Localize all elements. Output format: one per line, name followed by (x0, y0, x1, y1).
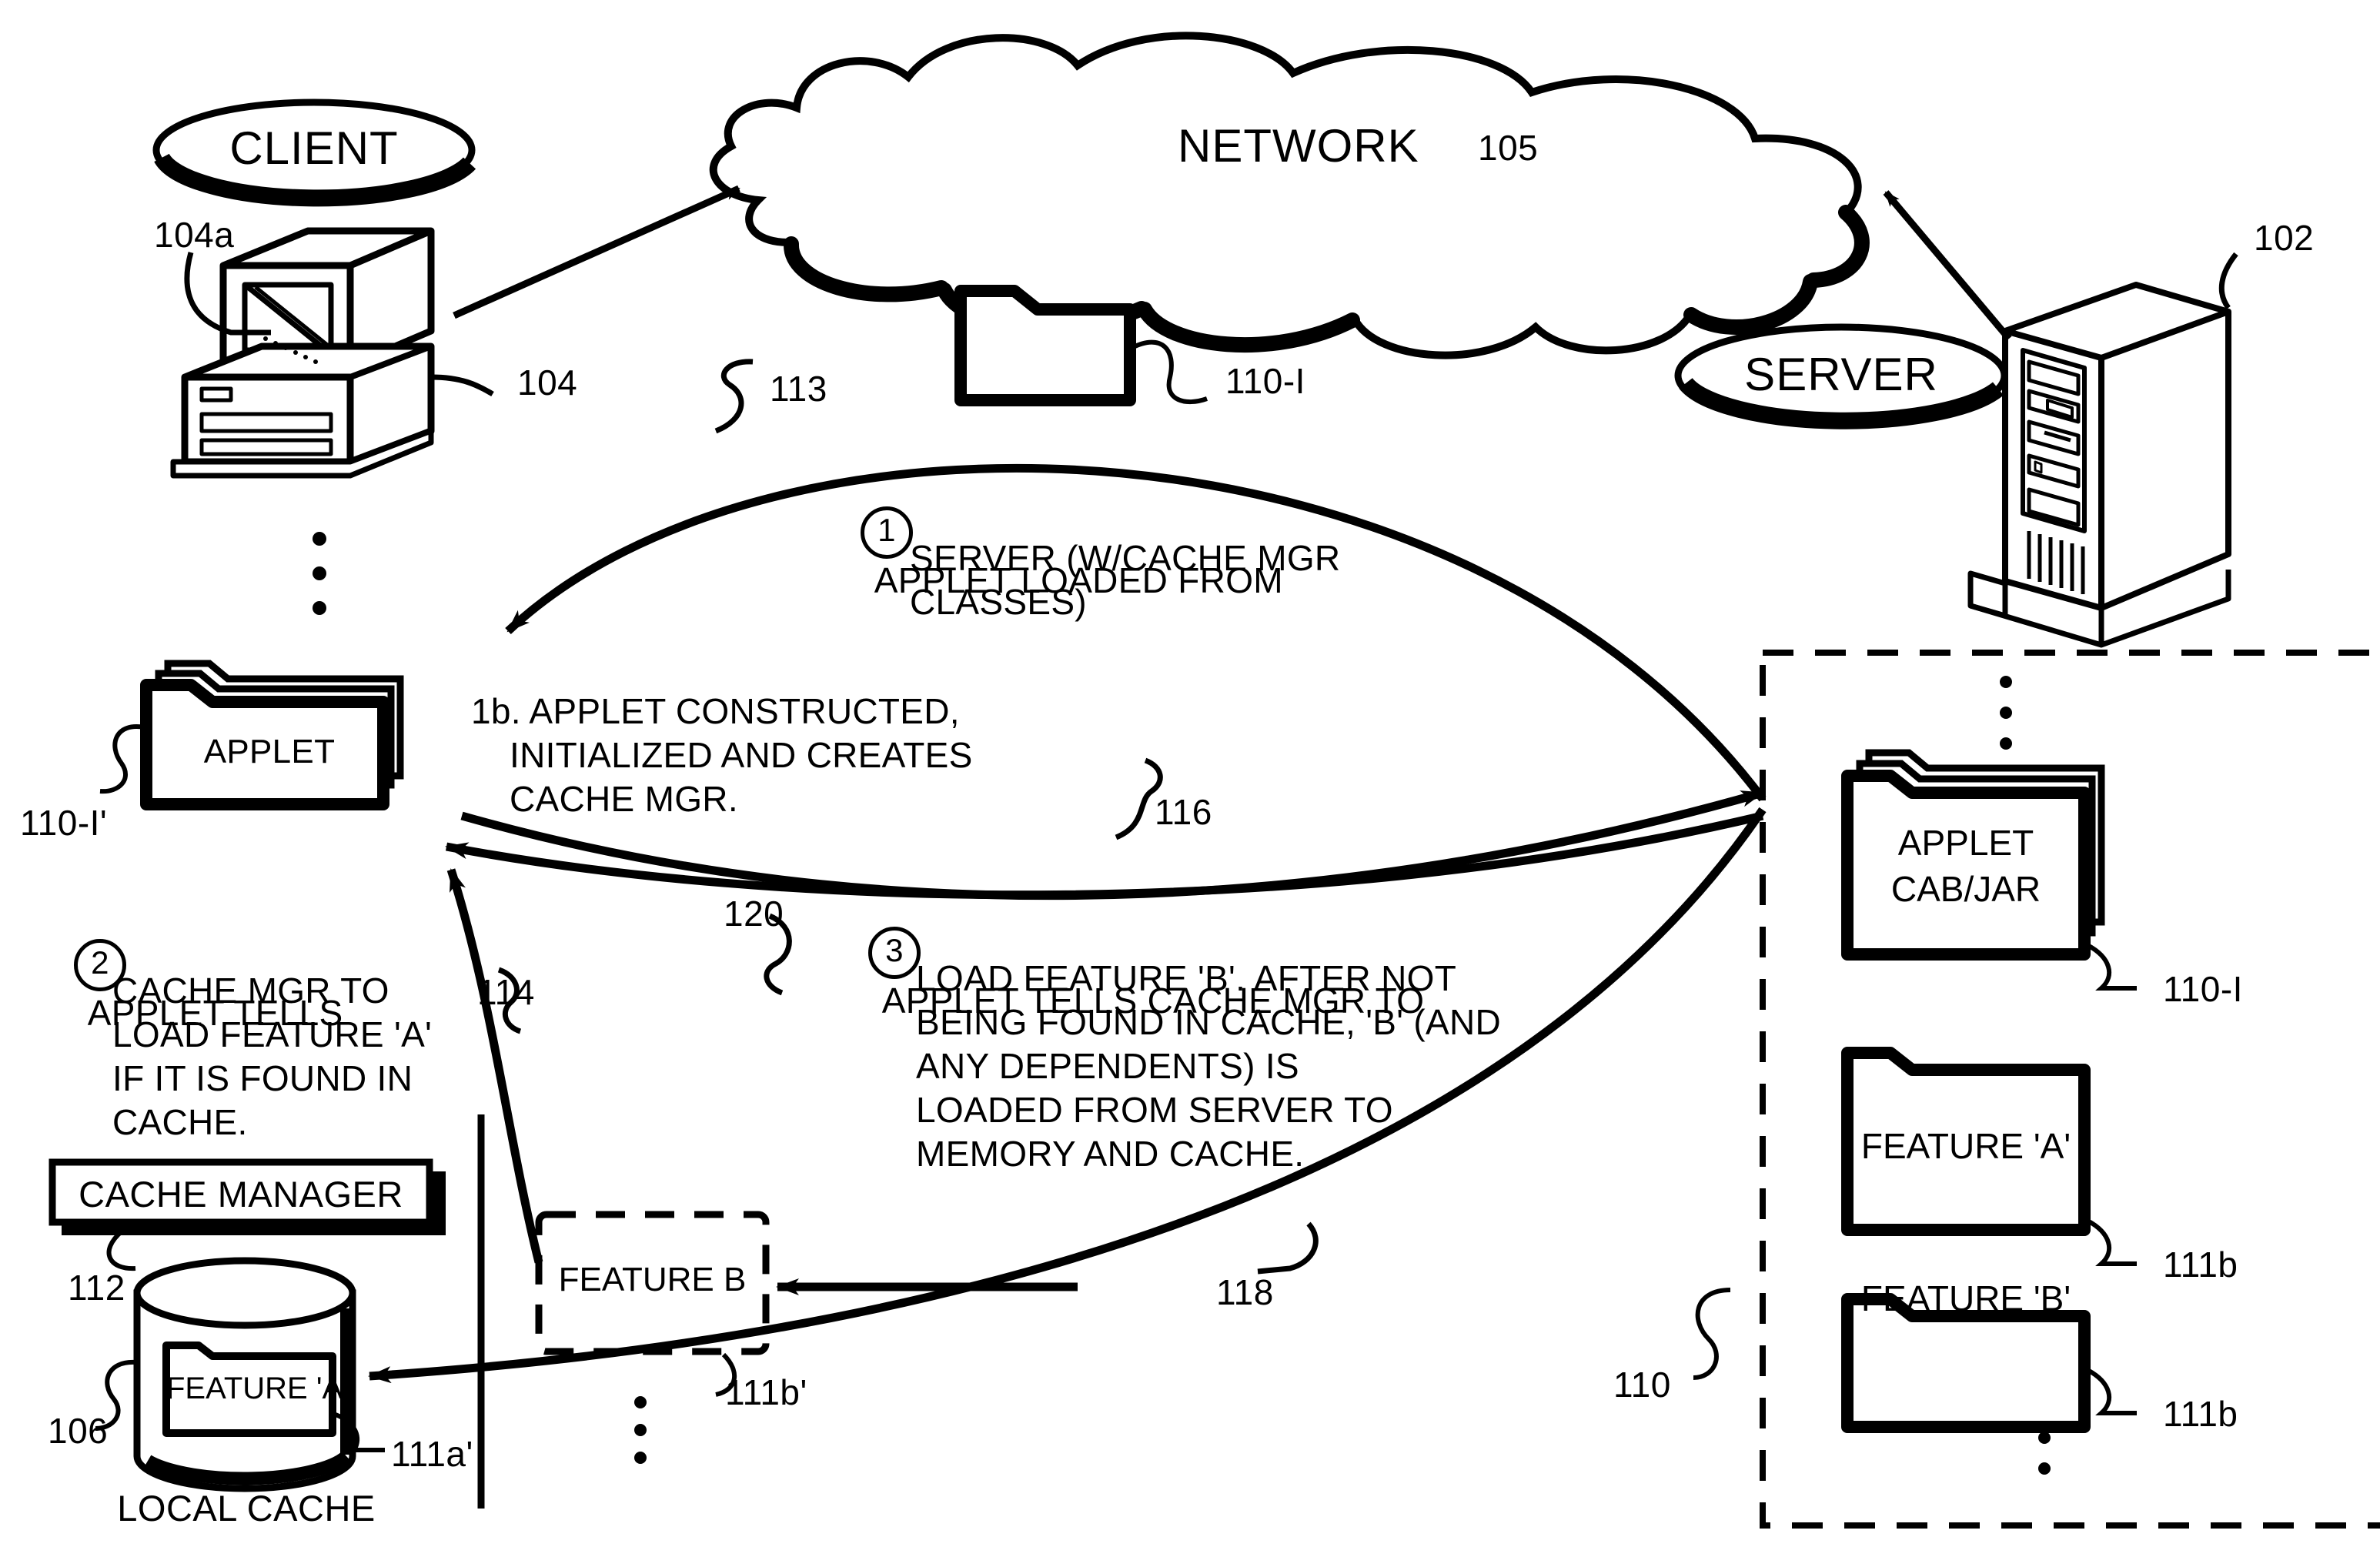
store-item-0-line1: APPLET (1897, 823, 2034, 863)
ref-104a: 104a (154, 215, 235, 255)
step-3-line-4: ANY DEPENDENTS) IS (916, 1046, 1299, 1086)
step-3-line-3: BEING FOUND IN CACHE, 'B' (AND (916, 1002, 1502, 1042)
ref-110I-top: 110-I (1225, 361, 1305, 401)
ref-110I-store: 110-I (2163, 969, 2243, 1009)
server-node-label: SERVER (1744, 349, 1938, 400)
ref-116: 116 (1155, 792, 1212, 832)
leader-110I-store (2086, 943, 2137, 991)
ref-111b-a: 111b (2163, 1245, 2238, 1285)
leader-110I-prime (99, 723, 145, 794)
ref-113: 113 (770, 369, 827, 409)
step-2-line-2: CACHE MGR TO (112, 971, 389, 1011)
leader-111b-a (2086, 1218, 2137, 1266)
patent-figure: CLIENT NETWORK 105 SERVER 104a 104 102 1… (0, 0, 2380, 1547)
store-item-0-line2: CAB/JAR (1890, 869, 2041, 909)
client-node-label: CLIENT (229, 122, 399, 174)
arrow-client-to-network (453, 185, 740, 319)
ref-102: 102 (2254, 218, 2315, 258)
ref-110I-prime: 110-I' (20, 803, 108, 843)
step-1b-line-2: INITIALIZED AND CREATES (510, 735, 973, 775)
leader-116 (1115, 757, 1163, 840)
leader-111b-b (2086, 1368, 2137, 1415)
folder-110I-top (954, 285, 1136, 406)
ref-111b-prime: 111b' (725, 1372, 807, 1412)
ref-111a-prime: 111a' (391, 1434, 473, 1474)
step-1-marker: 1 (860, 506, 913, 559)
step-3-line-2: LOAD FEATURE 'B'. AFTER NOT (916, 958, 1457, 998)
cached-feature-label: FEATURE 'A' (166, 1372, 349, 1405)
store-top-ellipsis (2000, 676, 2012, 750)
step-2-line-4: IF IT IS FOUND IN (112, 1058, 413, 1098)
leader-104 (430, 374, 494, 397)
store-item-1-label: FEATURE 'A' (1860, 1126, 2071, 1166)
leader-110-container (1693, 1288, 1731, 1380)
step-2-line-5: CACHE. (112, 1102, 248, 1142)
leader-110I-top (1130, 339, 1208, 405)
ref-120: 120 (724, 894, 784, 934)
step-1b-line-1: 1b. APPLET CONSTRUCTED, (471, 691, 960, 731)
server-tower-icon (1967, 282, 2231, 648)
step-1b-line-3: CACHE MGR. (510, 779, 738, 819)
network-ref-105: 105 (1478, 128, 1539, 168)
step-3-marker: 3 (867, 927, 921, 979)
memory-feature-label: FEATURE B (558, 1261, 747, 1298)
leader-102 (2218, 252, 2238, 310)
network-node-label: NETWORK (1178, 120, 1419, 172)
ref-111b-b: 111b (2163, 1394, 2238, 1434)
step-2-line-3: LOAD FEATURE 'A' (112, 1014, 433, 1054)
step-1-line-2: SERVER (W/CACHE MGR (910, 538, 1341, 578)
step-1-line-3: CLASSES) (910, 582, 1087, 622)
memory-ellipsis (634, 1396, 647, 1464)
ref-114: 114 (477, 972, 535, 1012)
arrow-featureB-to-applet-114 (446, 868, 543, 1264)
ref-110-container: 110 (1613, 1365, 1671, 1405)
leader-118 (1257, 1221, 1319, 1275)
leader-112 (106, 1229, 136, 1271)
client-ellipsis (313, 532, 326, 615)
ref-106: 106 (48, 1411, 109, 1451)
arrow-network-to-server (1883, 190, 2012, 341)
ref-118: 118 (1216, 1272, 1274, 1312)
ref-104: 104 (517, 363, 578, 403)
store-item-2-label: FEATURE 'B' (1860, 1278, 2071, 1318)
leader-113 (714, 359, 754, 434)
applet-folder-label: APPLET (203, 733, 336, 770)
client-computer-icon (170, 227, 435, 479)
cache-manager-label: CACHE MANAGER (79, 1174, 403, 1215)
step-3-line-5: LOADED FROM SERVER TO (916, 1090, 1393, 1130)
ref-112: 112 (68, 1268, 125, 1308)
local-cache-caption: LOCAL CACHE (117, 1488, 376, 1529)
step-3-line-6: MEMORY AND CACHE. (916, 1134, 1305, 1174)
